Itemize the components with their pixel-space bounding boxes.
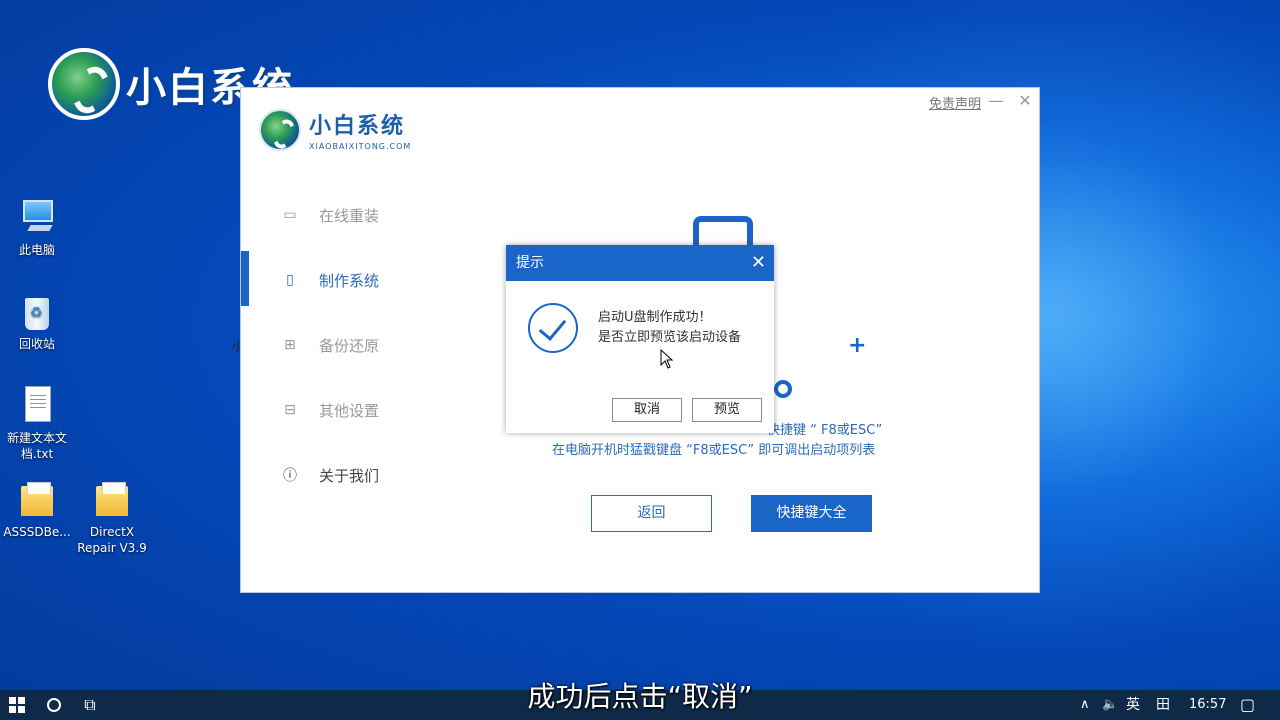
close-button[interactable]: ✕ bbox=[1014, 90, 1036, 112]
mouse-cursor-icon bbox=[660, 348, 674, 373]
desktop-icon-label: 新建文本文档.txt bbox=[6, 431, 67, 461]
app-logo-icon bbox=[259, 108, 301, 151]
hotkey-list-button[interactable]: 快捷键大全 bbox=[751, 495, 872, 532]
sidebar-item-about-us[interactable]: ⓘ 关于我们 bbox=[279, 463, 379, 487]
desktop-icon-label: 此电脑 bbox=[18, 243, 55, 257]
recycle-bin-icon bbox=[19, 292, 55, 332]
back-button[interactable]: 返回 bbox=[591, 495, 712, 532]
disclaimer-link[interactable]: 免责声明 bbox=[929, 93, 981, 112]
sidebar-item-make-system[interactable]: ▯ 制作系统 bbox=[279, 268, 379, 292]
dialog-title: 提示 bbox=[516, 255, 544, 271]
desktop-icon-recycle-bin[interactable]: 回收站 bbox=[0, 292, 74, 352]
folder-icon bbox=[19, 480, 55, 520]
dialog-cancel-button[interactable]: 取消 bbox=[612, 398, 682, 422]
desktop: 小白系统 此电脑 回收站 新建文本文档.txt ASSSDBe... Direc… bbox=[0, 0, 1280, 690]
hotkey-hint-line1: 快捷键 “ F8或ESC” bbox=[767, 423, 883, 438]
watermark-logo-icon bbox=[48, 48, 120, 120]
folder-icon bbox=[94, 480, 130, 520]
sidebar-item-backup-restore[interactable]: ⊞ 备份还原 bbox=[279, 333, 379, 357]
plus-icon: + bbox=[848, 333, 867, 358]
sidebar-item-label: 关于我们 bbox=[319, 466, 380, 485]
hotkey-hint-line2: 在电脑开机时猛戳键盘 “F8或ESC” 即可调出启动项列表 bbox=[552, 443, 876, 458]
sidebar-item-label: 制作系统 bbox=[319, 271, 380, 290]
sidebar-item-label: 备份还原 bbox=[319, 336, 380, 355]
sidebar-item-label: 其他设置 bbox=[319, 401, 380, 420]
desktop-icon-label: ASSSDBe... bbox=[3, 525, 71, 539]
computer-icon bbox=[19, 198, 55, 238]
success-check-icon bbox=[528, 303, 578, 353]
ring-icon bbox=[774, 380, 792, 398]
desktop-icon-asssd[interactable]: ASSSDBe... bbox=[0, 480, 74, 540]
dialog-message-line2: 是否立即预览该启动设备 bbox=[598, 330, 742, 345]
monitor-icon: ▭ bbox=[283, 207, 297, 223]
dialog-preview-button[interactable]: 预览 bbox=[692, 398, 762, 422]
sidebar-item-label: 在线重装 bbox=[319, 206, 380, 225]
grid-icon: ⊞ bbox=[284, 337, 296, 353]
desktop-icon-new-text-doc[interactable]: 新建文本文档.txt bbox=[0, 386, 74, 462]
desktop-icon-directx-repair[interactable]: DirectX Repair V3.9 bbox=[75, 480, 149, 556]
app-logo-title: 小白系统 bbox=[309, 114, 406, 139]
dialog-message-line1: 启动U盘制作成功！ bbox=[598, 310, 712, 325]
video-subtitle: 成功后点击“取消” bbox=[527, 680, 753, 713]
minimize-button[interactable]: — bbox=[985, 90, 1007, 112]
desktop-icon-label: 回收站 bbox=[18, 337, 55, 351]
dialog-header: 提示 ✕ bbox=[506, 245, 774, 281]
desktop-icon-label: DirectX Repair V3.9 bbox=[77, 525, 147, 555]
info-icon: ⓘ bbox=[283, 468, 297, 484]
desktop-icon-this-pc[interactable]: 此电脑 bbox=[0, 198, 74, 258]
sidebar-item-online-reinstall[interactable]: ▭ 在线重装 bbox=[279, 203, 379, 227]
briefcase-icon: ⊟ bbox=[284, 402, 296, 418]
app-logo: 小白系统 XIAOBAIXITONG.COM bbox=[259, 108, 411, 151]
app-logo-subtitle: XIAOBAIXITONG.COM bbox=[309, 142, 412, 151]
sidebar-item-other-settings[interactable]: ⊟ 其他设置 bbox=[279, 398, 379, 422]
text-file-icon bbox=[19, 386, 55, 426]
dialog-close-button[interactable]: ✕ bbox=[751, 245, 766, 281]
usb-icon: ▯ bbox=[286, 272, 294, 288]
prompt-dialog: 提示 ✕ 启动U盘制作成功！ 是否立即预览该启动设备 取消 预览 bbox=[506, 245, 774, 433]
sidebar-active-indicator bbox=[241, 251, 249, 306]
